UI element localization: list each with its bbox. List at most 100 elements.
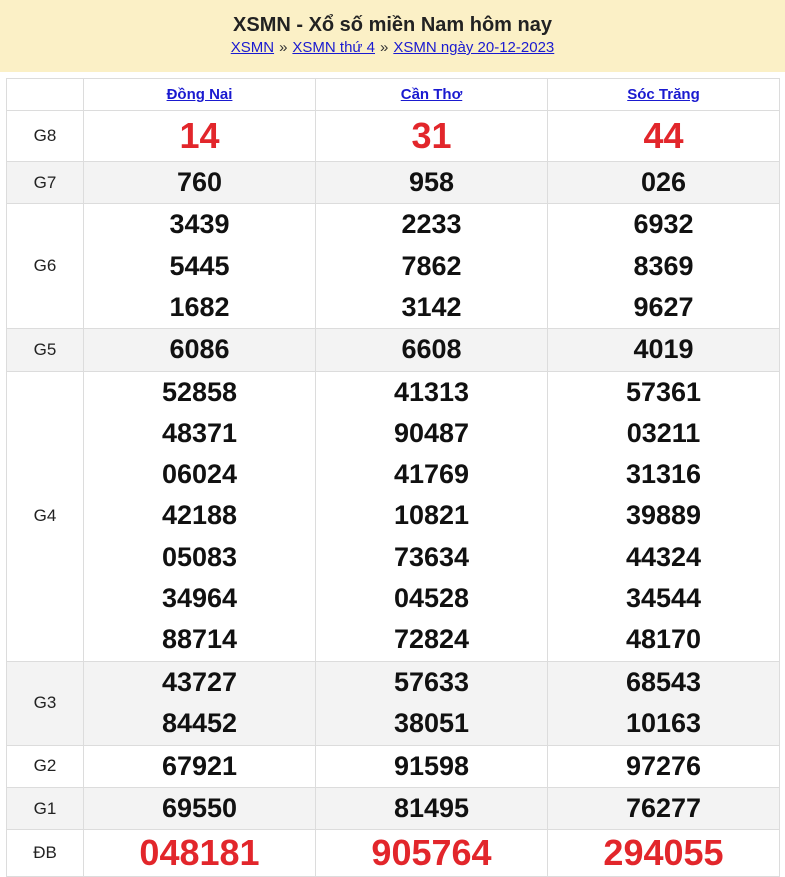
prize-label: G6 xyxy=(6,203,84,330)
prize-cell: 57633 38051 xyxy=(315,660,548,746)
prize-label: G4 xyxy=(6,370,84,662)
prize-cell: 294055 xyxy=(547,829,780,877)
prize-number: 1682 xyxy=(169,291,230,322)
prize-number: 48170 xyxy=(625,624,702,655)
prize-row: G8 14 31 44 xyxy=(6,110,780,162)
province-header: Đồng Nai xyxy=(83,78,316,111)
prize-number: 91598 xyxy=(393,750,470,781)
prize-row: G5 6086 6608 4019 xyxy=(6,328,780,372)
prize-cell: 6932 8369 9627 xyxy=(547,203,780,330)
prize-number: 48371 xyxy=(161,417,238,448)
province-link-dong-nai[interactable]: Đồng Nai xyxy=(167,86,233,103)
prize-number: 2233 xyxy=(401,209,462,240)
prize-number: 6932 xyxy=(633,209,694,240)
prize-cell: 76277 xyxy=(547,786,780,831)
prize-cell: 905764 xyxy=(315,829,548,877)
prize-number: 69550 xyxy=(161,792,238,823)
prize-number: 52858 xyxy=(161,376,238,407)
prize-cell: 41313 90487 41769 10821 73634 04528 72824 xyxy=(315,370,548,662)
prize-row: G4 52858 48371 06024 42188 05083 34964 88714 413… xyxy=(6,370,780,662)
prize-cell: 91598 xyxy=(315,744,548,788)
prize-number: 026 xyxy=(640,167,687,197)
province-header-row: Đồng Nai Cần Thơ Sóc Trăng xyxy=(6,78,780,111)
prize-number: 41769 xyxy=(393,459,470,490)
prize-label: G3 xyxy=(6,660,84,746)
prize-number: 9627 xyxy=(633,291,694,322)
prize-number: 42188 xyxy=(161,500,238,531)
prize-number: 04528 xyxy=(393,583,470,614)
breadcrumb-separator: » xyxy=(279,39,288,56)
prize-number: 97276 xyxy=(625,750,702,781)
prize-rows: G8 14 31 44 G7 760 958 026 G6 3439 5445 1682 2233 786… xyxy=(6,110,780,877)
prize-cell: 958 xyxy=(315,160,548,205)
prize-label: ĐB xyxy=(6,829,84,877)
prize-number: 38051 xyxy=(393,708,470,739)
prize-cell: 6608 xyxy=(315,328,548,372)
prize-cell: 44 xyxy=(547,110,780,162)
prize-number: 6608 xyxy=(401,334,462,365)
breadcrumb-link-xsmn[interactable]: XSMN xyxy=(231,39,274,56)
province-link-can-tho[interactable]: Cần Thơ xyxy=(401,86,463,103)
prize-cell: 67921 xyxy=(83,744,316,788)
prize-row: G7 760 958 026 xyxy=(6,160,780,205)
prize-number: 7862 xyxy=(401,250,462,281)
prize-row: G1 69550 81495 76277 xyxy=(6,786,780,831)
prize-row: G3 43727 84452 57633 38051 68543 10163 xyxy=(6,660,780,746)
prize-number: 4019 xyxy=(633,334,694,365)
prize-number: 76277 xyxy=(625,792,702,823)
prize-cell: 68543 10163 xyxy=(547,660,780,746)
province-link-soc-trang[interactable]: Sóc Trăng xyxy=(627,86,700,103)
prize-number: 958 xyxy=(408,167,455,197)
breadcrumb-link-date[interactable]: XSMN ngày 20-12-2023 xyxy=(393,39,554,56)
prize-number: 43727 xyxy=(161,666,238,697)
prize-row: ĐB 048181 905764 294055 xyxy=(6,829,780,877)
prize-number: 05083 xyxy=(161,541,238,572)
prize-label: G2 xyxy=(6,744,84,788)
prize-cell: 81495 xyxy=(315,786,548,831)
prize-number: 68543 xyxy=(625,666,702,697)
prize-number: 905764 xyxy=(371,832,492,874)
prize-cell: 048181 xyxy=(83,829,316,877)
prize-number: 81495 xyxy=(393,792,470,823)
prize-number: 34544 xyxy=(625,583,702,614)
page-header: XSMN - Xổ số miền Nam hôm nay XSMN» XSMN … xyxy=(0,0,785,72)
prize-number: 44 xyxy=(643,115,684,156)
breadcrumb-link-weekday[interactable]: XSMN thứ 4 xyxy=(292,39,375,56)
prize-label: G5 xyxy=(6,328,84,372)
prize-cell: 57361 03211 31316 39889 44324 34544 48170 xyxy=(547,370,780,662)
prize-number: 03211 xyxy=(626,417,701,448)
prize-number: 73634 xyxy=(393,541,470,572)
prize-label: G8 xyxy=(6,110,84,162)
prize-number: 90487 xyxy=(393,417,470,448)
prize-number: 44324 xyxy=(625,541,702,572)
province-header: Sóc Trăng xyxy=(547,78,780,111)
prize-cell: 3439 5445 1682 xyxy=(83,203,316,330)
prize-number: 67921 xyxy=(161,750,238,781)
prize-number: 39889 xyxy=(625,500,702,531)
breadcrumb: XSMN» XSMN thứ 4» XSMN ngày 20-12-2023 xyxy=(0,39,785,57)
prize-cell: 43727 84452 xyxy=(83,660,316,746)
prize-number: 06024 xyxy=(161,459,238,490)
province-header: Cần Thơ xyxy=(315,78,548,111)
prize-row: G2 67921 91598 97276 xyxy=(6,744,780,788)
prize-cell: 69550 xyxy=(83,786,316,831)
prize-cell: 97276 xyxy=(547,744,780,788)
prize-number: 048181 xyxy=(139,832,260,874)
prize-number: 10163 xyxy=(625,708,702,739)
page-title: XSMN - Xổ số miền Nam hôm nay xyxy=(233,14,552,36)
prize-label: G1 xyxy=(6,786,84,831)
prize-row: G6 3439 5445 1682 2233 7862 3142 6932 8369 9627 xyxy=(6,203,780,330)
results-table: Đồng Nai Cần Thơ Sóc Trăng G8 14 31 44 G7 760… xyxy=(6,78,780,877)
prize-cell: 14 xyxy=(83,110,316,162)
prize-number: 57633 xyxy=(393,666,470,697)
prize-number: 3142 xyxy=(401,291,462,322)
prize-cell: 4019 xyxy=(547,328,780,372)
prize-number: 294055 xyxy=(603,832,724,874)
prize-number: 84452 xyxy=(161,708,238,739)
prize-number: 14 xyxy=(179,115,220,156)
prize-number: 8369 xyxy=(633,250,694,281)
prize-number: 6086 xyxy=(169,334,230,365)
prize-number: 31316 xyxy=(625,459,702,490)
prize-number: 10821 xyxy=(393,500,470,531)
prize-number: 34964 xyxy=(161,583,238,614)
